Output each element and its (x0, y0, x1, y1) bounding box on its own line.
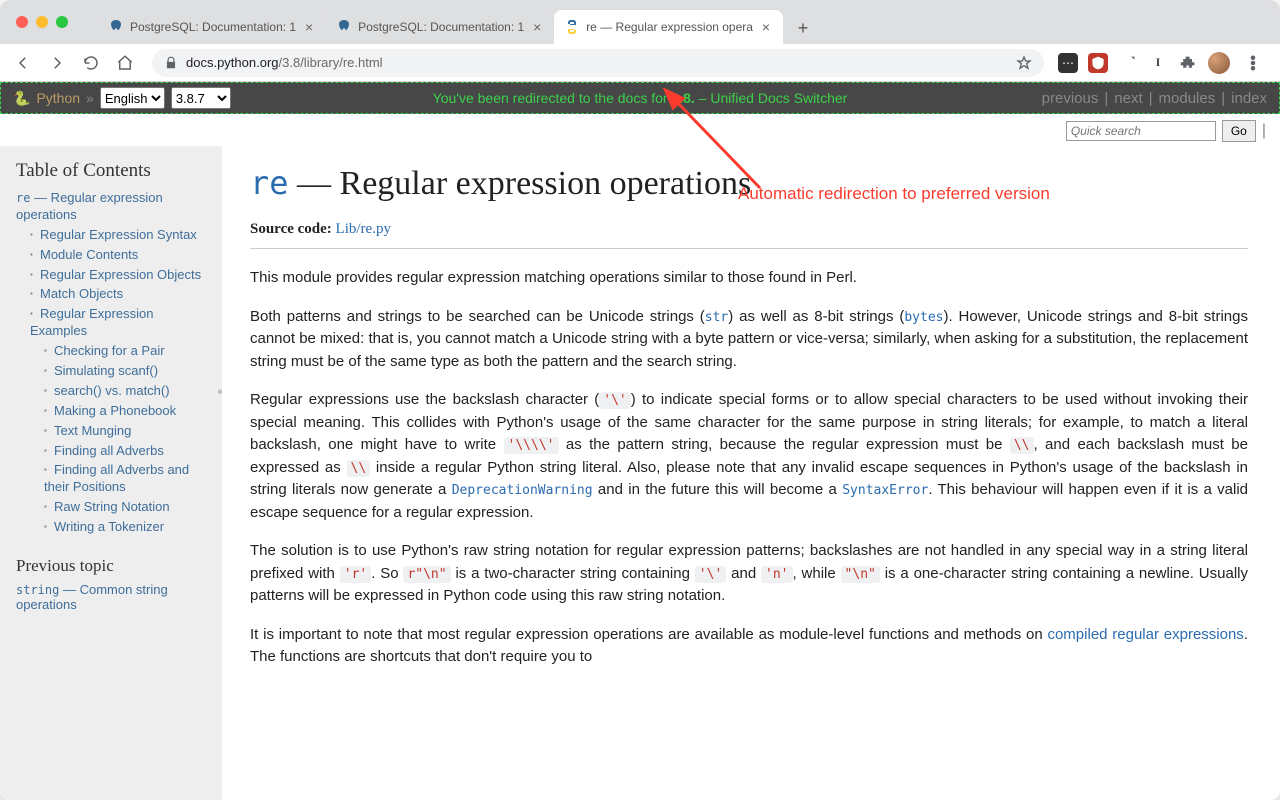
toolbar: docs.python.org/3.8/library/re.html ⋯ I (0, 44, 1280, 82)
url-text: docs.python.org/3.8/library/re.html (186, 55, 1008, 70)
sidebar: Table of Contents re — Regular expressio… (0, 146, 222, 800)
kebab-menu-icon[interactable] (1240, 50, 1266, 76)
window-controls (0, 16, 68, 28)
toc-sublink[interactable]: Checking for a Pair (54, 343, 165, 358)
toc-root-link[interactable]: re — Regular expression operations (16, 190, 163, 222)
compiled-re-link[interactable]: compiled regular expressions (1047, 626, 1243, 643)
postgres-icon (108, 19, 124, 35)
paragraph: This module provides regular expression … (250, 267, 1248, 290)
bytes-link[interactable]: bytes (904, 310, 943, 325)
previous-topic-link[interactable]: string — Common string operations (16, 582, 168, 612)
new-tab-button[interactable]: + (789, 14, 817, 42)
browser-tab[interactable]: PostgreSQL: Documentation: 1 × (98, 10, 326, 44)
toc-link[interactable]: Regular Expression Objects (40, 267, 201, 282)
close-tab-icon[interactable]: × (759, 20, 773, 34)
close-tab-icon[interactable]: × (530, 20, 544, 34)
extension-icon[interactable] (1118, 53, 1138, 73)
browser-window: PostgreSQL: Documentation: 1 × PostgreSQ… (0, 0, 1280, 800)
search-row: Go | (0, 114, 1280, 146)
python-icon (564, 19, 580, 35)
toc-sublink[interactable]: search() vs. match() (54, 383, 170, 398)
titlebar: PostgreSQL: Documentation: 1 × PostgreSQ… (0, 0, 1280, 44)
extension-icon[interactable]: ⋯ (1058, 53, 1078, 73)
tab-title: re — Regular expression opera (586, 20, 753, 34)
forward-button[interactable] (44, 50, 70, 76)
paragraph: The solution is to use Python's raw stri… (250, 540, 1248, 608)
toc-sublink[interactable]: Text Munging (54, 423, 131, 438)
nav-index[interactable]: index (1231, 90, 1267, 107)
main-column: re — Regular expression operations Sourc… (222, 146, 1280, 800)
previous-topic: Previous topic string — Common string op… (16, 556, 212, 612)
divider (250, 248, 1248, 249)
paragraph: It is important to note that most regula… (250, 624, 1248, 669)
tab-title: PostgreSQL: Documentation: 1 (130, 20, 296, 34)
redirect-banner: 🐍 Python » English 3.8.7 You've been red… (0, 82, 1280, 114)
extension-icons: ⋯ I (1058, 50, 1270, 76)
toc-link[interactable]: Match Objects (40, 286, 123, 301)
nav-next[interactable]: next (1114, 90, 1142, 107)
source-link[interactable]: Lib/re.py (336, 221, 391, 237)
close-tab-icon[interactable]: × (302, 20, 316, 34)
toc-sublink[interactable]: Finding all Adverbs and their Positions (44, 462, 189, 494)
toc-link[interactable]: Regular Expression Examples (30, 306, 153, 338)
previous-topic-heading: Previous topic (16, 556, 212, 576)
extensions-menu-icon[interactable] (1178, 53, 1198, 73)
nav-modules[interactable]: modules (1159, 90, 1216, 107)
deprecationwarning-link[interactable]: DeprecationWarning (452, 483, 593, 498)
extension-icon[interactable]: I (1148, 53, 1168, 73)
toc-sublink[interactable]: Writing a Tokenizer (54, 519, 164, 534)
toc-sublink[interactable]: Making a Phonebook (54, 403, 176, 418)
page-content: 🐍 Python » English 3.8.7 You've been red… (0, 82, 1280, 800)
lock-icon (164, 56, 178, 70)
address-bar[interactable]: docs.python.org/3.8/library/re.html (152, 49, 1044, 77)
syntaxerror-link[interactable]: SyntaxError (842, 483, 928, 498)
bookmark-star-icon[interactable] (1016, 55, 1032, 71)
maximize-window-button[interactable] (56, 16, 68, 28)
reload-button[interactable] (78, 50, 104, 76)
toc-sublink[interactable]: Raw String Notation (54, 499, 170, 514)
toc-sublink[interactable]: Simulating scanf() (54, 363, 158, 378)
home-button[interactable] (112, 50, 138, 76)
browser-tab[interactable]: PostgreSQL: Documentation: 1 × (326, 10, 554, 44)
search-go-button[interactable]: Go (1222, 120, 1256, 142)
tab-title: PostgreSQL: Documentation: 1 (358, 20, 524, 34)
browser-tab-active[interactable]: re — Regular expression opera × (554, 10, 783, 44)
profile-avatar[interactable] (1208, 52, 1230, 74)
top-nav-links: previous| next| modules| index (1042, 83, 1267, 113)
page-title: re — Regular expression operations (250, 164, 1248, 203)
postgres-icon (336, 19, 352, 35)
sidebar-collapse-handle[interactable]: « (218, 386, 222, 398)
toc-link[interactable]: Module Contents (40, 247, 138, 262)
nav-previous[interactable]: previous (1042, 90, 1099, 107)
paragraph: Regular expressions use the backslash ch… (250, 389, 1248, 524)
toc-link[interactable]: Regular Expression Syntax (40, 227, 197, 242)
quick-search-input[interactable] (1066, 121, 1216, 141)
tab-strip: PostgreSQL: Documentation: 1 × PostgreSQ… (98, 0, 817, 44)
separator: | (1262, 122, 1266, 140)
back-button[interactable] (10, 50, 36, 76)
source-code-line: Source code: Lib/re.py (250, 221, 1248, 238)
str-link[interactable]: str (705, 310, 728, 325)
toc-heading: Table of Contents (16, 160, 212, 182)
body-text: This module provides regular expression … (250, 267, 1248, 669)
ublock-icon[interactable] (1088, 53, 1108, 73)
toc-sublink[interactable]: Finding all Adverbs (54, 443, 164, 458)
minimize-window-button[interactable] (36, 16, 48, 28)
paragraph: Both patterns and strings to be searched… (250, 306, 1248, 374)
close-window-button[interactable] (16, 16, 28, 28)
